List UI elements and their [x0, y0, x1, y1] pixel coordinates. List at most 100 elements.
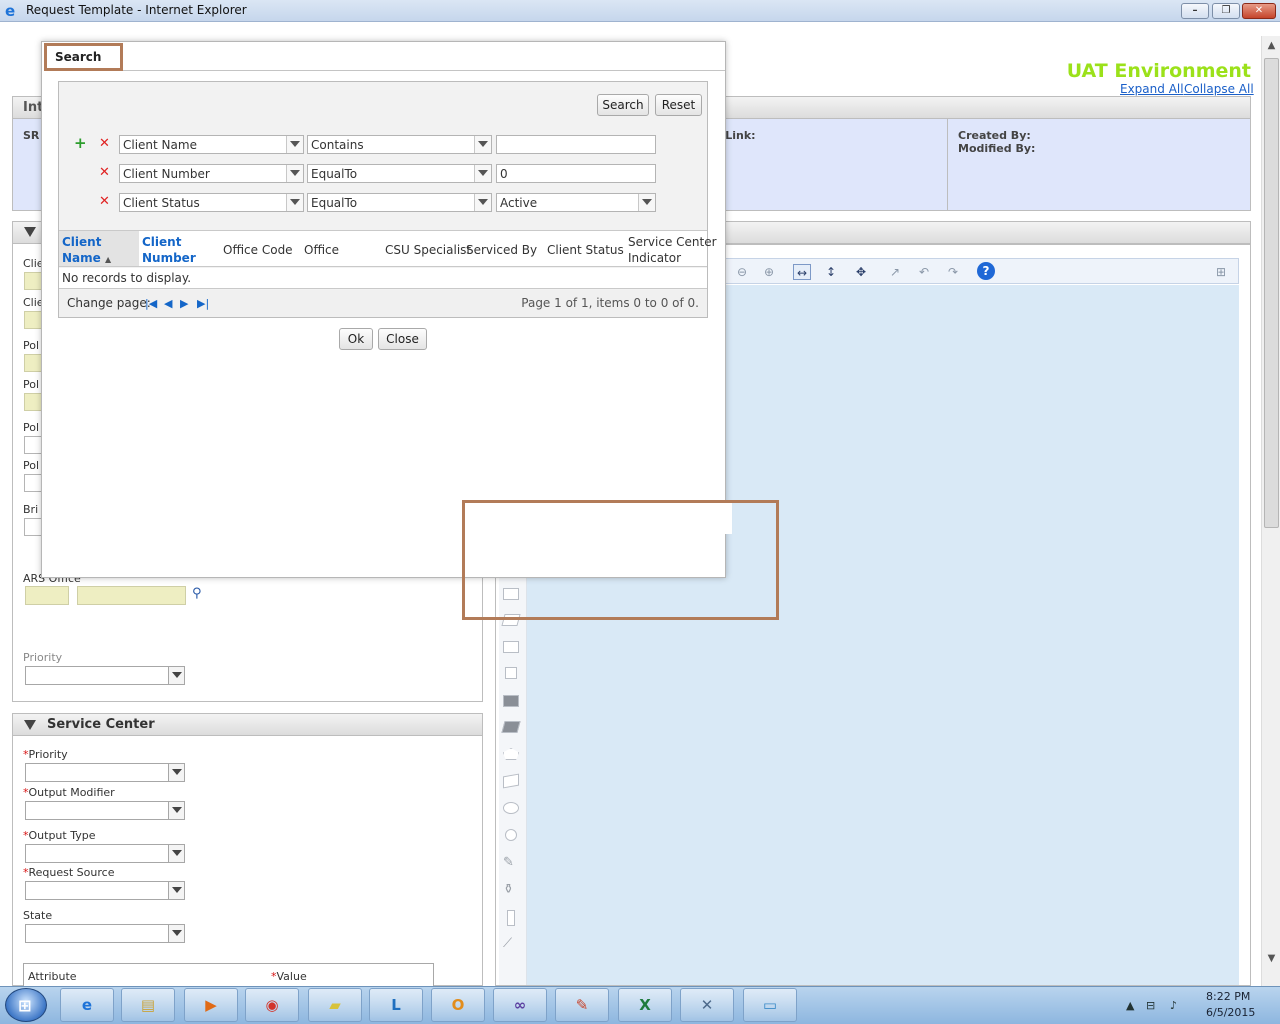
remove-criteria-icon[interactable]: ✕ [99, 166, 110, 180]
media-player-icon[interactable]: ▶ [184, 988, 238, 1022]
visual-studio-icon[interactable]: ∞ [493, 988, 547, 1022]
line-tool-icon[interactable]: ⟋ [503, 936, 512, 951]
fit-width-icon[interactable]: ↔ [793, 264, 811, 280]
chevron-down-icon[interactable] [638, 194, 655, 211]
clock-time[interactable]: 8:22 PM [1206, 990, 1250, 1003]
ars-office-name-input[interactable] [77, 586, 186, 605]
fit-page-icon[interactable]: ✥ [852, 264, 870, 280]
outlook-icon[interactable]: O [431, 988, 485, 1022]
chevron-down-icon[interactable] [474, 165, 491, 182]
scroll-thumb[interactable] [1264, 58, 1279, 528]
filled-rectangle-icon[interactable] [503, 695, 519, 707]
minimize-button[interactable]: – [1181, 3, 1209, 19]
chevron-down-icon[interactable] [286, 194, 303, 211]
restore-button[interactable]: ❐ [1212, 3, 1240, 19]
paint-tool-icon[interactable]: ✎ [555, 988, 609, 1022]
column-header-client-status[interactable]: Client Status [547, 242, 624, 258]
next-page-icon[interactable]: ▶ [180, 297, 188, 310]
request-source-select[interactable] [25, 881, 185, 900]
criteria-operator-select[interactable]: EqualTo [307, 193, 492, 212]
sc-priority-select[interactable] [25, 763, 185, 782]
criteria-field-select[interactable]: Client Status [119, 193, 304, 212]
network-tool-icon[interactable]: ✕ [680, 988, 734, 1022]
circle-shape-icon[interactable] [505, 829, 517, 841]
policy-input[interactable] [24, 436, 42, 454]
chevron-down-icon[interactable] [168, 882, 184, 899]
expand-all-link[interactable]: Expand All [1120, 82, 1184, 96]
chevron-down-icon[interactable] [474, 194, 491, 211]
first-page-icon[interactable]: |◀ [145, 297, 157, 310]
output-modifier-select[interactable] [25, 801, 185, 820]
search-tab[interactable]: Search [44, 43, 123, 71]
show-hidden-icons-icon[interactable]: ▲ [1126, 999, 1134, 1012]
column-header-client-number[interactable]: Client Number [142, 234, 196, 266]
criteria-value-select[interactable]: Active [496, 193, 656, 212]
chevron-down-icon[interactable] [168, 667, 184, 684]
stamp-tool-icon[interactable]: ⚱ [503, 882, 514, 897]
clock-date[interactable]: 6/5/2015 [1206, 1006, 1255, 1019]
policy-input[interactable] [24, 393, 42, 411]
column-header-office-code[interactable]: Office Code [223, 242, 293, 258]
collapse-triangle-icon[interactable] [24, 720, 36, 730]
share-icon[interactable]: ↗ [886, 264, 904, 280]
pen-tool-icon[interactable]: ✎ [503, 855, 514, 870]
redo-icon[interactable]: ↷ [944, 264, 962, 280]
file-explorer-icon[interactable]: ▤ [121, 988, 175, 1022]
column-shape-icon[interactable] [507, 910, 515, 926]
brief-input[interactable] [24, 518, 42, 536]
zoom-in-icon[interactable]: ⊕ [760, 264, 778, 280]
column-header-csu-specialist[interactable]: CSU Specialist [385, 242, 471, 258]
close-button[interactable]: Close [378, 328, 427, 350]
client-number-input[interactable] [24, 311, 42, 329]
internet-explorer-icon[interactable]: e [60, 988, 114, 1022]
policy-input[interactable] [24, 474, 42, 492]
excel-icon[interactable]: X [618, 988, 672, 1022]
client-name-input[interactable] [24, 272, 42, 290]
chevron-down-icon[interactable] [286, 136, 303, 153]
column-header-serviced-by[interactable]: Serviced By [466, 242, 537, 258]
criteria-value-input[interactable] [496, 135, 656, 154]
criteria-operator-select[interactable]: EqualTo [307, 164, 492, 183]
search-button[interactable]: Search [597, 94, 649, 116]
ok-button[interactable]: Ok [339, 328, 373, 350]
scroll-down-icon[interactable]: ▼ [1264, 951, 1279, 967]
service-center-header[interactable]: Service Center [12, 713, 483, 736]
network-icon[interactable]: ⊟ [1146, 999, 1155, 1012]
chevron-down-icon[interactable] [474, 136, 491, 153]
chevron-down-icon[interactable] [168, 764, 184, 781]
rectangle-shape-icon[interactable] [503, 641, 519, 653]
notepad-icon[interactable]: ▭ [743, 988, 797, 1022]
chevron-down-icon[interactable] [168, 925, 184, 942]
priority-select[interactable] [25, 666, 185, 685]
column-header-office[interactable]: Office [304, 242, 339, 258]
previous-page-icon[interactable]: ◀ [164, 297, 172, 310]
ellipse-shape-icon[interactable] [503, 802, 519, 814]
collapse-triangle-icon[interactable] [24, 227, 36, 237]
zoom-out-icon[interactable]: ⊖ [733, 264, 751, 280]
chevron-down-icon[interactable] [286, 165, 303, 182]
volume-icon[interactable]: ♪ [1170, 999, 1177, 1012]
criteria-field-select[interactable]: Client Name [119, 135, 304, 154]
help-icon[interactable]: ? [977, 262, 995, 280]
add-panel-icon[interactable]: ⊞ [1212, 264, 1230, 280]
last-page-icon[interactable]: ▶| [197, 297, 209, 310]
criteria-value-input[interactable]: 0 [496, 164, 656, 183]
add-criteria-icon[interactable]: + [74, 136, 87, 151]
lync-icon[interactable]: L [369, 988, 423, 1022]
window-titlebar[interactable]: e Request Template - Internet Explorer –… [0, 0, 1280, 22]
chevron-down-icon[interactable] [168, 845, 184, 862]
column-header-client-name[interactable]: Client Name ▲ [62, 234, 111, 268]
chevron-down-icon[interactable] [168, 802, 184, 819]
chrome-icon[interactable]: ◉ [245, 988, 299, 1022]
close-window-button[interactable]: ✕ [1242, 3, 1276, 19]
reset-button[interactable]: Reset [655, 94, 702, 116]
search-icon[interactable]: ⚲ [192, 586, 202, 601]
column-header-service-center-indicator[interactable]: Service Center Indicator [628, 234, 717, 266]
square-shape-icon[interactable] [505, 667, 517, 679]
ars-office-code-input[interactable] [25, 586, 69, 605]
policy-input[interactable] [24, 354, 42, 372]
output-type-select[interactable] [25, 844, 185, 863]
fit-height-icon[interactable]: ↕ [822, 264, 840, 280]
page-scrollbar[interactable]: ▲ ▼ [1261, 36, 1280, 986]
criteria-field-select[interactable]: Client Number [119, 164, 304, 183]
